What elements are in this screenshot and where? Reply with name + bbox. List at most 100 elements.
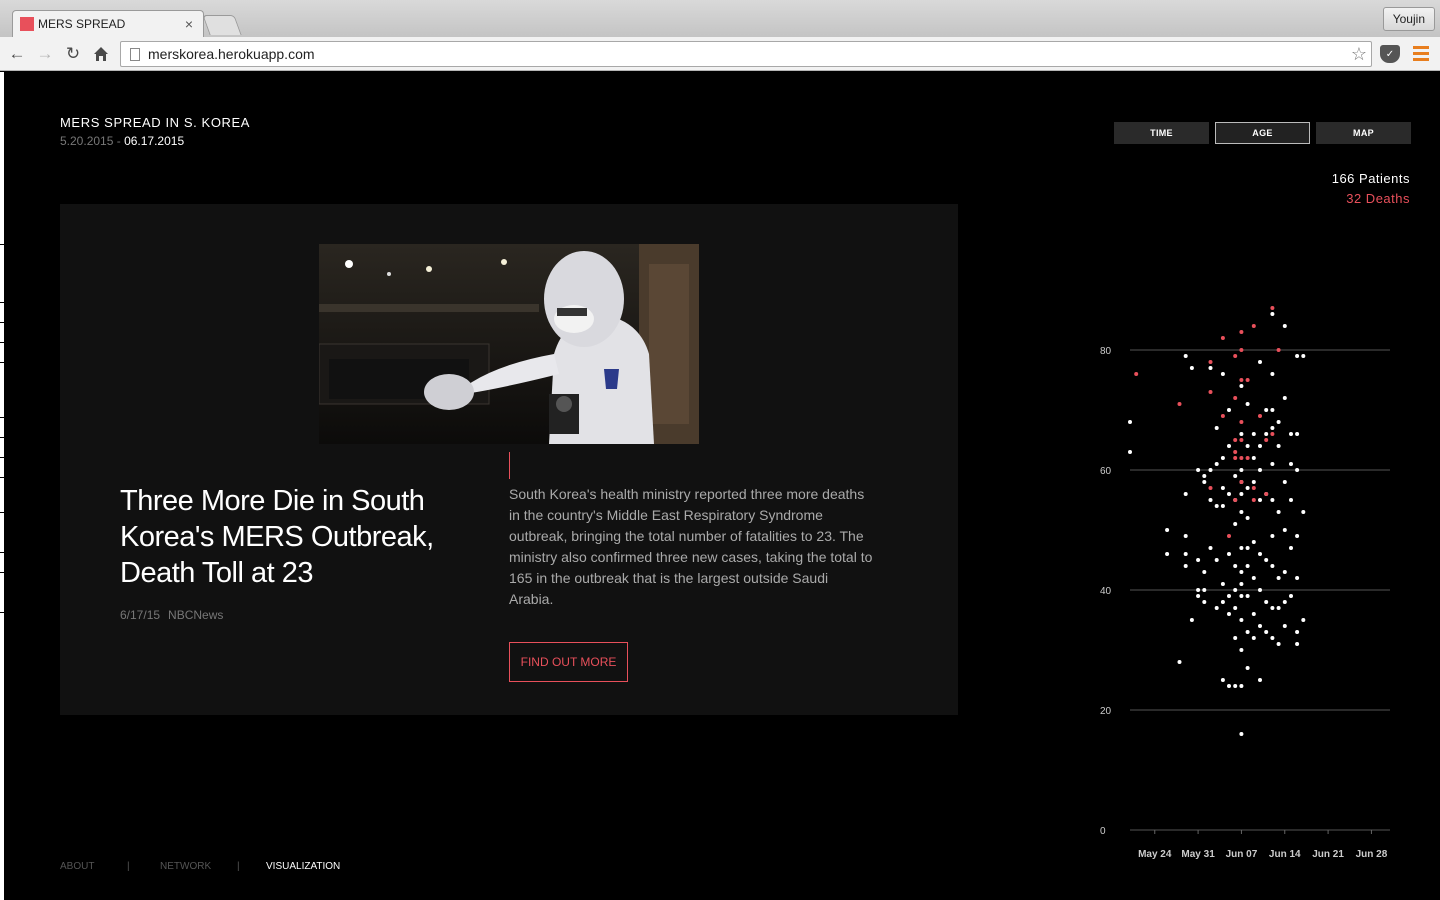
scatter-point-deceased (1264, 438, 1269, 442)
scatter-point-patient (1183, 564, 1188, 568)
scatter-point-patient (1276, 576, 1281, 580)
x-tick-label: May 31 (1181, 849, 1215, 860)
scatter-point-patient (1214, 606, 1219, 610)
scatter-point-patient (1177, 660, 1182, 664)
reload-icon[interactable]: ↻ (62, 43, 84, 65)
scatter-point-patient (1270, 534, 1275, 538)
scatter-point-patient (1196, 558, 1201, 562)
date-start: 5.20.2015 - (60, 134, 125, 148)
news-summary: South Korea's health ministry reported t… (509, 486, 873, 607)
scatter-point-patient (1227, 492, 1231, 496)
scatter-point-patient (1202, 570, 1207, 574)
scatter-point-patient (1239, 648, 1244, 652)
scatter-point-deceased (1239, 456, 1244, 460)
scatter-point-patient (1282, 396, 1287, 400)
view-button-age[interactable]: AGE (1215, 122, 1310, 144)
scatter-point-patient (1239, 510, 1244, 514)
pocket-icon[interactable]: ✓ (1380, 45, 1400, 63)
site-favicon-icon (20, 17, 34, 31)
scatter-point-patient (1251, 480, 1256, 484)
profile-button[interactable]: Youjin (1382, 7, 1435, 31)
news-meta: 6/17/15 NBCNews (120, 608, 223, 622)
y-tick-label: 60 (1100, 466, 1112, 477)
view-button-time[interactable]: TIME (1114, 122, 1209, 144)
scatter-point-patient (1245, 486, 1250, 490)
scatter-point-patient (1282, 528, 1287, 532)
x-tick-label: Jun 21 (1312, 849, 1344, 860)
view-button-map[interactable]: MAP (1316, 122, 1411, 144)
browser-toolbar: ← → ↻ merskorea.herokuapp.com ☆ ✓ (0, 37, 1440, 71)
scatter-point-patient (1239, 684, 1244, 688)
scatter-point-deceased (1134, 372, 1139, 376)
address-url[interactable]: merskorea.herokuapp.com (148, 46, 1351, 62)
scatter-point-patient (1202, 480, 1207, 484)
scatter-point-patient (1233, 588, 1238, 592)
scatter-point-patient (1233, 564, 1238, 568)
scatter-point-patient (1251, 432, 1256, 436)
scatter-point-patient (1220, 600, 1225, 604)
page-icon (130, 47, 140, 61)
home-icon[interactable] (90, 43, 112, 65)
scatter-point-patient (1282, 624, 1287, 628)
scatter-point-patient (1227, 552, 1231, 556)
scatter-point-patient (1202, 588, 1207, 592)
scatter-point-deceased (1239, 420, 1244, 424)
scatter-point-deceased (1233, 456, 1238, 460)
scatter-point-deceased (1239, 378, 1244, 382)
scatter-point-patient (1227, 612, 1231, 616)
scatter-point-patient (1264, 558, 1269, 562)
scatter-point-patient (1295, 642, 1300, 646)
scatter-point-patient (1251, 456, 1256, 460)
x-tick-label: May 24 (1138, 849, 1172, 860)
scatter-point-patient (1239, 546, 1244, 550)
scatter-point-patient (1270, 462, 1275, 466)
browser-menu-icon[interactable] (1413, 46, 1429, 62)
scatter-point-patient (1214, 426, 1219, 430)
scatter-point-patient (1239, 492, 1244, 496)
scatter-point-deceased (1239, 480, 1244, 484)
address-bar[interactable]: merskorea.herokuapp.com ☆ (120, 41, 1372, 67)
scatter-point-patient (1220, 504, 1225, 508)
age-scatter-chart: 0 20 40 60 80 May 24 May 31 Jun 07 Jun 14 Jun 21 J… (1100, 306, 1390, 860)
scatter-point-patient (1289, 432, 1293, 436)
footer-link-network[interactable]: NETWORK (160, 861, 211, 872)
scatter-point-patient (1270, 564, 1275, 568)
scatter-point-patient (1183, 354, 1188, 358)
footer-link-about[interactable]: ABOUT (60, 861, 94, 872)
browser-tab-bar: MERS SPREAD × Youjin (0, 0, 1440, 37)
find-out-more-button[interactable]: FIND OUT MORE (509, 642, 628, 682)
scatter-point-patient (1239, 384, 1244, 388)
scatter-point-patient (1295, 576, 1300, 580)
y-tick-label: 0 (1100, 826, 1106, 837)
scatter-point-patient (1239, 618, 1244, 622)
scatter-point-patient (1295, 432, 1300, 436)
scatter-point-patient (1227, 594, 1231, 598)
y-tick-label: 80 (1100, 346, 1112, 357)
bookmark-star-icon[interactable]: ☆ (1351, 44, 1367, 65)
scatter-point-patient (1270, 498, 1275, 502)
browser-tab[interactable]: MERS SPREAD × (12, 10, 204, 37)
scatter-point-patient (1196, 588, 1201, 592)
scatter-point-patient (1220, 456, 1225, 460)
death-count: 32 Deaths (1346, 191, 1410, 206)
scatter-point-deceased (1227, 534, 1231, 538)
scatter-point-deceased (1258, 414, 1262, 418)
news-headline: Three More Die in South Korea's MERS Out… (120, 485, 434, 589)
scatter-point-patient (1227, 684, 1231, 688)
scatter-point-patient (1189, 366, 1194, 370)
footer-link-visualization[interactable]: VISUALIZATION (266, 861, 340, 872)
new-tab-button[interactable] (202, 15, 242, 35)
scatter-point-patient (1239, 468, 1244, 472)
scatter-point-patient (1220, 678, 1225, 682)
scatter-point-patient (1282, 324, 1287, 328)
forward-arrow-icon[interactable]: → (34, 43, 56, 65)
scatter-point-patient (1245, 630, 1250, 634)
back-arrow-icon[interactable]: ← (6, 43, 28, 65)
scatter-point-patient (1258, 588, 1262, 592)
scatter-point-patient (1251, 636, 1256, 640)
x-tick-label: Jun 28 (1356, 849, 1388, 860)
close-tab-icon[interactable]: × (181, 16, 197, 32)
tab-title: MERS SPREAD (38, 17, 126, 31)
scatter-point-patient (1189, 618, 1194, 622)
accent-line (509, 452, 510, 479)
